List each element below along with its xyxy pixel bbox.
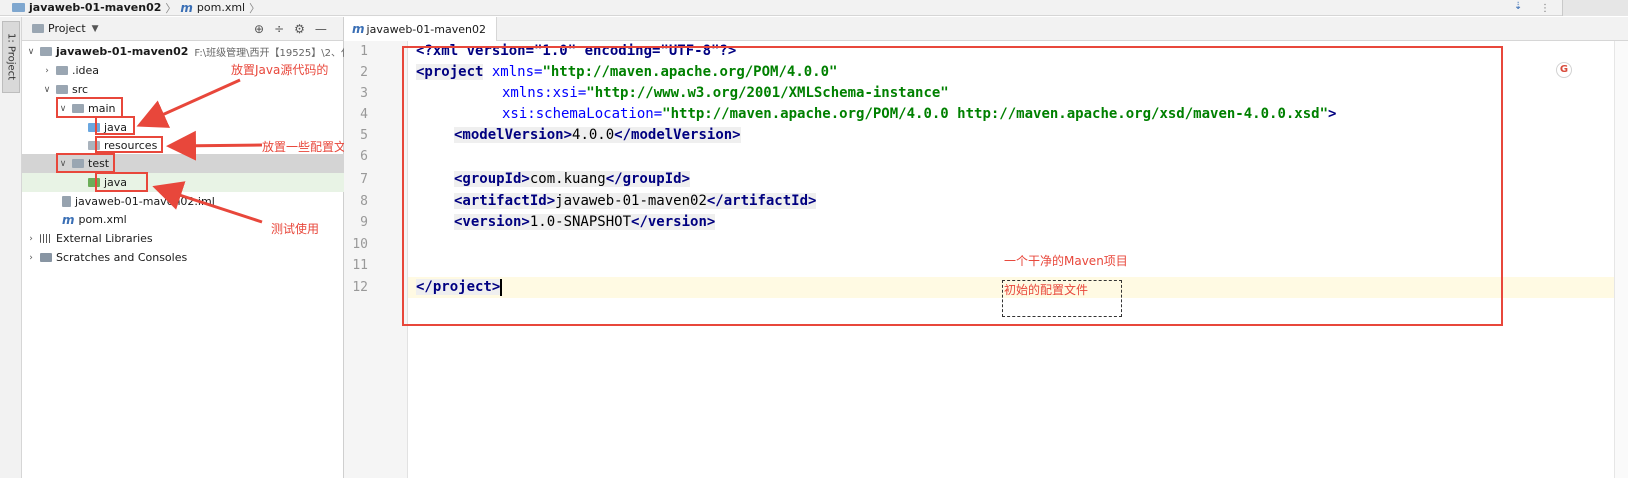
annotation-test: 测试使用	[271, 222, 320, 236]
annotation-initial-config: 初始的配置文件	[1004, 283, 1089, 297]
line-number: 5	[360, 128, 368, 143]
annotation-clean-project: 一个干净的Maven项目	[1004, 254, 1128, 268]
line-number: 9	[360, 215, 368, 230]
line-number: 11	[352, 258, 368, 273]
ide-window: javaweb-01-maven02 〉 m pom.xml 〉 ⇣ ⋮ 1: …	[0, 0, 1628, 478]
line-number: 2	[360, 65, 368, 80]
tab-label: javaweb-01-maven02	[366, 22, 486, 36]
editor-scrollbar[interactable]	[1614, 41, 1628, 478]
line-number: 1	[360, 44, 368, 59]
line-number: 3	[360, 86, 368, 101]
line-number: 6	[360, 149, 368, 164]
line-number: 8	[360, 194, 368, 209]
arrow-test	[152, 181, 263, 224]
editor-tab-bar: m javaweb-01-maven02	[344, 17, 1628, 41]
arrow-config	[166, 130, 263, 161]
line-number: 10	[352, 237, 368, 252]
line-number: 12	[352, 280, 368, 295]
arrow-java-src	[136, 78, 241, 128]
line-number-gutter: 1 2 3 4 5 6 7 8 9 10 11 12	[344, 41, 408, 478]
annotation-java-src: 放置Java源代码的	[231, 63, 329, 77]
editor-highlight-box	[402, 46, 1503, 326]
line-number: 7	[360, 172, 368, 187]
line-number: 4	[360, 107, 368, 122]
tab-pom-xml[interactable]: m javaweb-01-maven02	[344, 17, 497, 41]
chrome-browser-icon[interactable]: G	[1556, 62, 1572, 78]
maven-file-icon: m	[352, 22, 365, 36]
